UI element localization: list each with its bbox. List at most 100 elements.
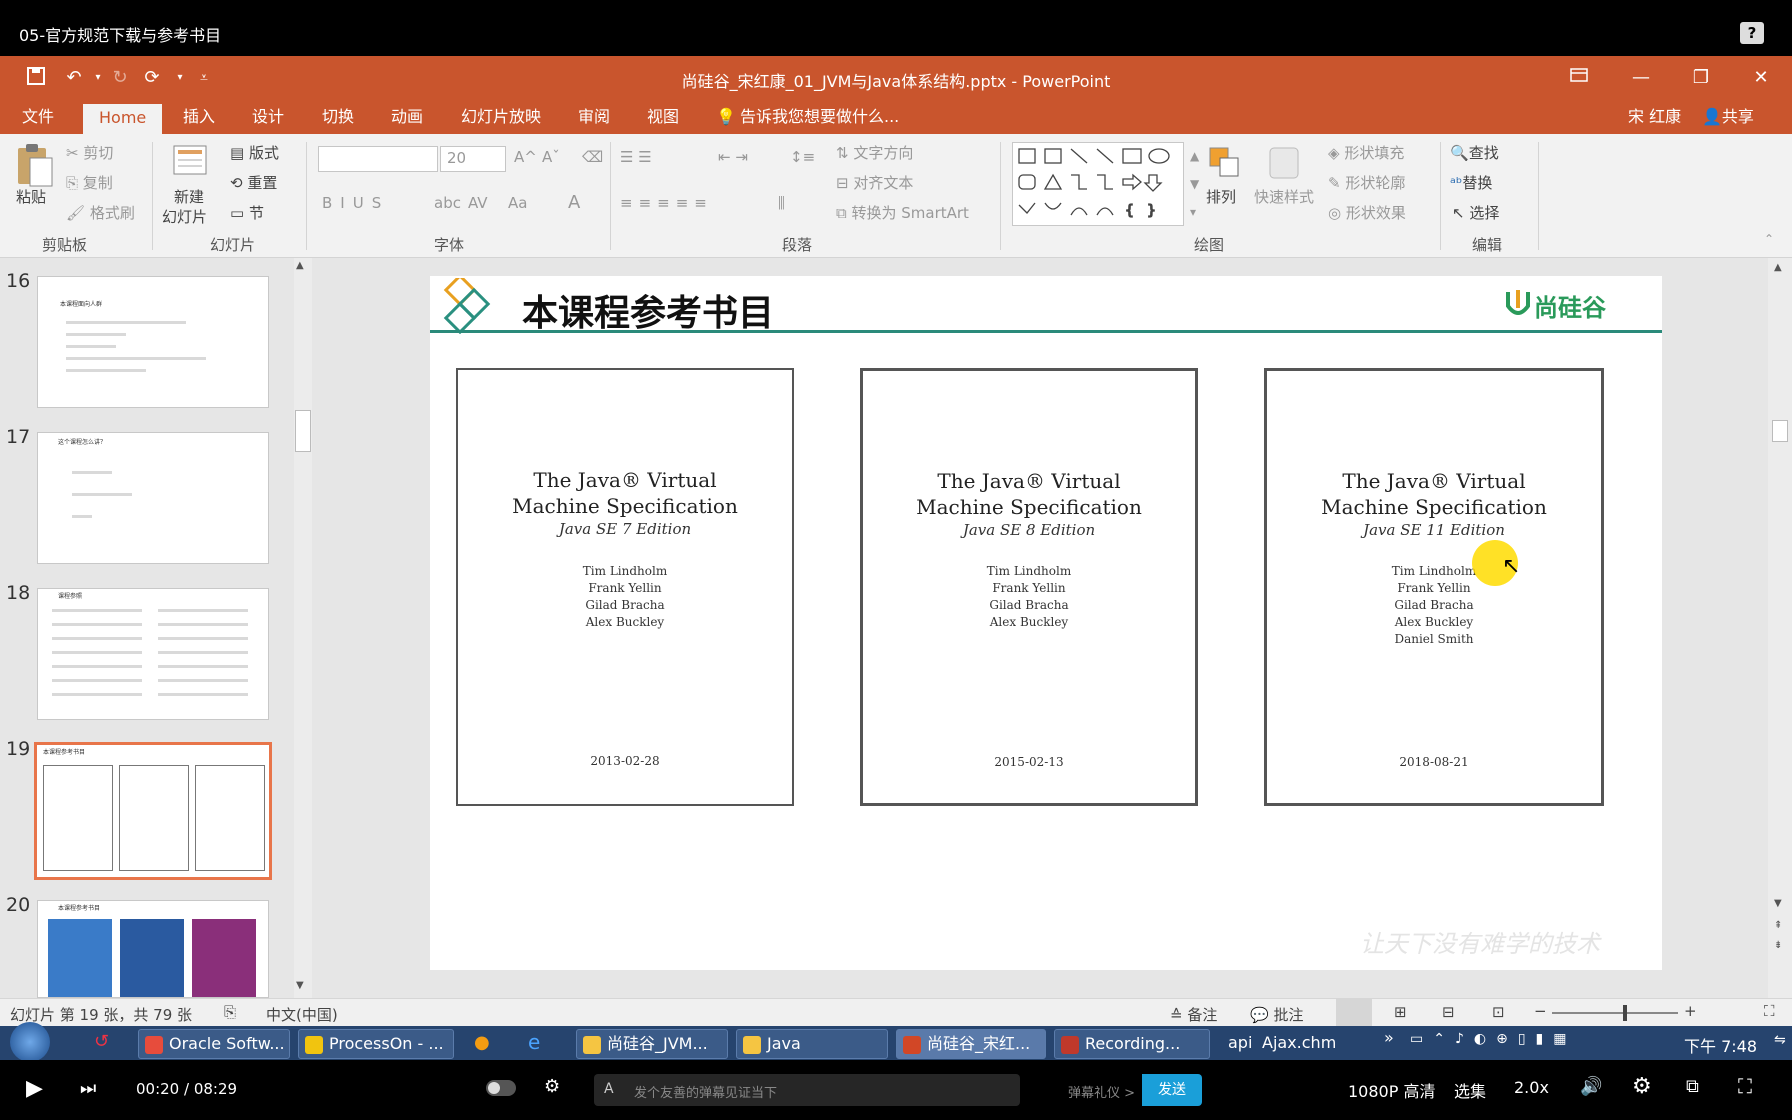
slide-thumbnail-17[interactable]: 这个课程怎么讲？ (37, 432, 269, 564)
quick-styles-icon[interactable] (1264, 144, 1304, 182)
spellcheck-icon[interactable]: ⎘ (224, 1003, 236, 1021)
send-button[interactable]: 发送 (1142, 1074, 1202, 1106)
start-button[interactable] (10, 1022, 50, 1062)
paste-icon[interactable] (14, 142, 54, 192)
toolbar-ajax[interactable]: Ajax.chm (1262, 1033, 1336, 1052)
taskbar-item[interactable]: Oracle Softw... (138, 1029, 290, 1059)
copy-button[interactable]: ⎘ 复制 (66, 172, 113, 193)
zoom-thumb[interactable] (1622, 1005, 1627, 1021)
new-slide-label-2[interactable]: 幻灯片 (162, 206, 207, 227)
font-size-field[interactable]: 20 (440, 146, 506, 172)
firefox-icon[interactable]: ● (474, 1032, 490, 1053)
char-spacing-icon[interactable]: AV (468, 194, 488, 212)
slide-thumbnail-18[interactable]: 课程参照 (37, 588, 269, 720)
scroll-up-icon[interactable]: ▲ (1774, 262, 1782, 273)
shrink-font-icon[interactable]: Aˇ (542, 148, 560, 166)
next-icon[interactable]: ⏭ (80, 1078, 96, 1099)
danmu-toggle[interactable] (486, 1080, 516, 1096)
tab-animations[interactable]: 动画 (391, 107, 423, 134)
next-slide-icon[interactable]: ⇟ (1774, 940, 1782, 951)
current-slide[interactable]: 本课程参考书目 尚硅谷 The Java® Virtual Machine Sp… (430, 273, 1662, 970)
quick-styles-label[interactable]: 快速样式 (1254, 186, 1314, 207)
format-painter-button[interactable]: 🖌 格式刷 (66, 202, 135, 223)
help-icon[interactable]: ? (1740, 22, 1764, 44)
ribbon-display-icon[interactable] (1556, 64, 1602, 92)
thumbnail-scrollbar[interactable]: ▲ ▼ (294, 258, 312, 998)
app-quicklaunch-icon[interactable]: ↺ (94, 1031, 109, 1052)
scroll-thumb[interactable] (1772, 420, 1788, 442)
replace-button[interactable]: ᵃᵇ替换 (1450, 172, 1492, 193)
speed-selector[interactable]: 2.0x (1514, 1078, 1549, 1097)
shapes-gallery[interactable]: {} (1012, 142, 1184, 226)
normal-view-icon[interactable] (1336, 999, 1372, 1026)
columns-icon[interactable]: ⫼ (778, 194, 785, 212)
undo-icon[interactable]: ↶ (62, 66, 86, 90)
section-button[interactable]: ▭ 节 (230, 202, 264, 223)
tell-me-search[interactable]: 告诉我您想要做什么... (740, 107, 899, 134)
customize-icon[interactable]: ⟳ (140, 66, 164, 90)
tab-file[interactable]: 文件 (22, 107, 54, 134)
arrange-label[interactable]: 排列 (1206, 186, 1236, 207)
customize-dropdown-icon[interactable]: ▾ (168, 66, 192, 90)
sorter-view-icon[interactable]: ⊞ (1394, 1003, 1407, 1021)
reading-view-icon[interactable]: ⊟ (1442, 1003, 1455, 1021)
taskbar-item[interactable]: Recording... (1054, 1029, 1210, 1059)
collapse-ribbon-icon[interactable]: ⌃ (1764, 232, 1774, 246)
reset-button[interactable]: ⟲ 重置 (230, 172, 277, 193)
find-button[interactable]: 🔍查找 (1450, 142, 1499, 163)
scroll-up-icon[interactable]: ▲ (296, 260, 304, 271)
layout-button[interactable]: ▤ 版式 (230, 142, 279, 163)
scroll-down-icon[interactable]: ▼ (1774, 898, 1782, 909)
zoom-slider[interactable] (1552, 1005, 1678, 1021)
new-slide-icon[interactable] (170, 140, 210, 180)
slide-scrollbar[interactable]: ▲ ▼ ⇞ ⇟ (1768, 258, 1792, 998)
new-slide-label[interactable]: 新建 (174, 186, 204, 207)
tab-review[interactable]: 审阅 (578, 107, 610, 134)
font-name-field[interactable] (318, 146, 438, 172)
taskbar-item[interactable]: 尚硅谷_宋红... (896, 1029, 1046, 1059)
restore-icon[interactable]: ❐ (1678, 64, 1724, 92)
taskbar-item[interactable]: Java (736, 1029, 888, 1059)
undo-dropdown-icon[interactable]: ▾ (86, 66, 110, 90)
line-spacing-icon[interactable]: ↕≡ (790, 148, 815, 166)
qat-more-icon[interactable]: ⩡ (192, 66, 216, 90)
share-button[interactable]: 👤共享 (1702, 107, 1754, 134)
comments-button[interactable]: 💬 批注 (1250, 1004, 1303, 1025)
taskbar-item[interactable]: 尚硅谷_JVM... (576, 1029, 728, 1059)
text-direction-button[interactable]: ⇅ 文字方向 (836, 142, 913, 163)
strikethrough-icon[interactable]: abc (434, 194, 461, 212)
zoom-out-icon[interactable]: − (1534, 1002, 1547, 1020)
minimize-icon[interactable]: — (1618, 64, 1664, 92)
danmu-settings-icon[interactable]: ⚙ (544, 1076, 560, 1097)
show-desktop-icon[interactable]: ⇋ (1774, 1032, 1786, 1048)
toolbar-api[interactable]: api (1228, 1033, 1252, 1052)
tab-home[interactable]: Home (83, 104, 163, 134)
change-case-icon[interactable]: Aa (508, 194, 527, 212)
cut-button[interactable]: ✂ 剪切 (66, 142, 113, 163)
tab-slideshow[interactable]: 幻灯片放映 (461, 107, 541, 134)
paste-label[interactable]: 粘贴 (16, 186, 46, 207)
align-text-button[interactable]: ⊟ 对齐文本 (836, 172, 913, 193)
scroll-thumb[interactable] (295, 410, 311, 452)
shape-fill-button[interactable]: ◈ 形状填充 (1328, 142, 1404, 163)
bullets-icon[interactable]: ☰ ☰ (620, 148, 652, 166)
shape-outline-button[interactable]: ✎ 形状轮廓 (1328, 172, 1405, 193)
volume-icon[interactable]: 🔊 (1580, 1076, 1602, 1097)
smartart-button[interactable]: ⧉ 转换为 SmartArt (836, 202, 969, 223)
pip-icon[interactable]: ⧉ (1686, 1076, 1699, 1097)
slide-thumbnail-19[interactable]: 本课程参考书目 (34, 742, 272, 880)
danmu-etiquette-link[interactable]: 弹幕礼仪 > (1068, 1082, 1135, 1101)
gallery-scroll-icon[interactable]: ▲ ▼ ▾ (1190, 142, 1199, 226)
grow-font-icon[interactable]: A^ (514, 148, 537, 166)
close-icon[interactable]: ✕ (1738, 64, 1784, 92)
font-style-buttons[interactable]: BIUS (322, 194, 389, 212)
tab-view[interactable]: 视图 (647, 107, 679, 134)
slideshow-view-icon[interactable]: ⊡ (1492, 1003, 1505, 1021)
indent-icons[interactable]: ⇤ ⇥ (718, 148, 748, 166)
tab-design[interactable]: 设计 (252, 107, 284, 134)
quality-selector[interactable]: 1080P 高清 (1348, 1078, 1435, 1102)
taskbar-item[interactable]: ProcessOn - ... (298, 1029, 454, 1059)
notes-button[interactable]: ≙ 备注 (1170, 1004, 1217, 1025)
clear-format-icon[interactable]: ⌫ (582, 148, 603, 166)
select-button[interactable]: ↖ 选择 (1452, 202, 1499, 223)
